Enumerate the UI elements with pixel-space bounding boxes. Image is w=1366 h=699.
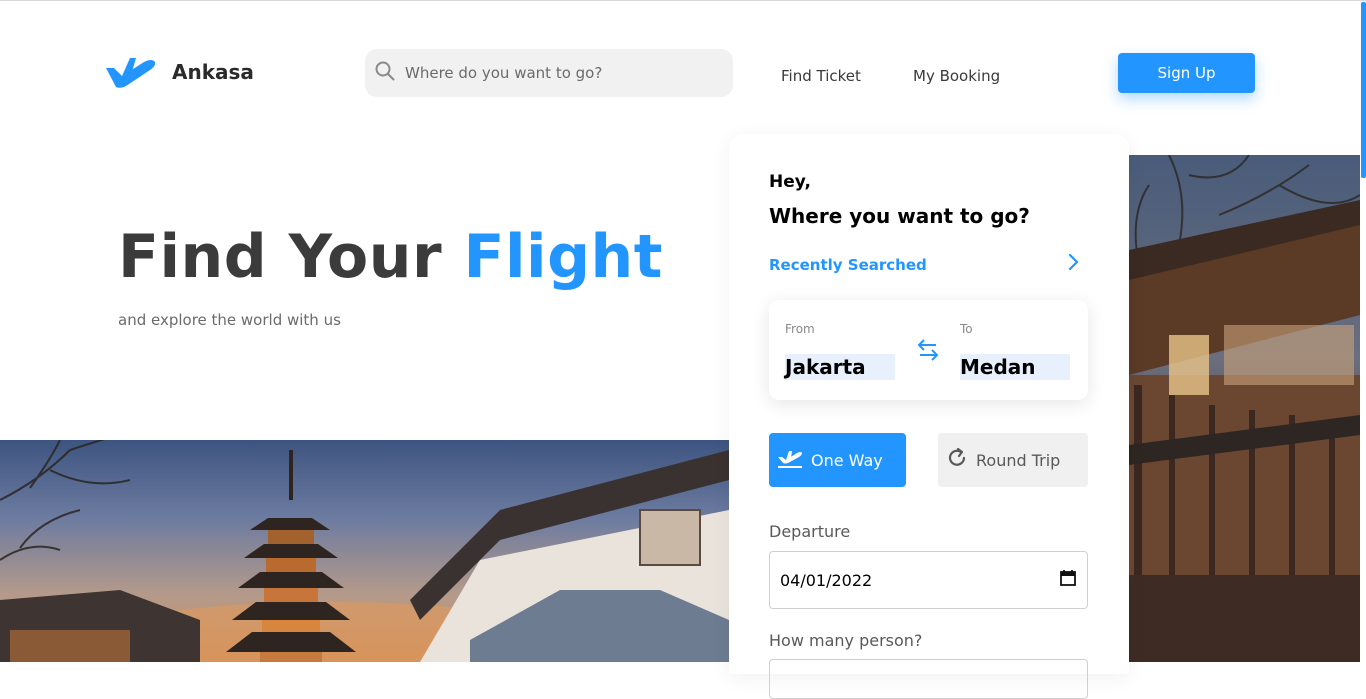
hero-subtitle: and explore the world with us xyxy=(118,311,341,329)
calendar-icon[interactable] xyxy=(1059,569,1077,591)
refresh-icon xyxy=(946,447,968,473)
persons-input[interactable] xyxy=(769,659,1088,699)
route-selector: From Jakarta To Medan xyxy=(769,300,1088,400)
search-bar[interactable] xyxy=(365,49,733,97)
search-input[interactable] xyxy=(405,64,705,82)
hero-title-accent: Flight xyxy=(463,222,663,292)
departure-date-input[interactable]: 04/01/2022 xyxy=(769,551,1088,609)
departure-label: Departure xyxy=(769,522,851,541)
hero-title-main: Find Your xyxy=(118,222,464,292)
from-label: From xyxy=(785,322,815,336)
nav-my-booking[interactable]: My Booking xyxy=(913,67,1000,85)
top-border xyxy=(0,0,1366,1)
hero-photo-pagoda xyxy=(0,440,729,662)
one-way-button[interactable]: One Way xyxy=(769,433,906,487)
swap-arrows-icon[interactable] xyxy=(917,338,939,366)
round-trip-label: Round Trip xyxy=(976,450,1061,470)
plane-takeoff-icon xyxy=(777,447,803,473)
departure-date-value: 04/01/2022 xyxy=(780,570,873,590)
hero-title: Find Your Flight xyxy=(118,222,663,292)
persons-label: How many person? xyxy=(769,631,923,650)
to-label: To xyxy=(960,322,973,336)
search-icon xyxy=(375,61,395,85)
brand-logo[interactable]: Ankasa xyxy=(104,54,254,90)
booking-card: Hey, Where you want to go? Recently Sear… xyxy=(729,134,1129,699)
to-city[interactable]: Medan xyxy=(960,354,1070,380)
round-trip-button[interactable]: Round Trip xyxy=(938,433,1088,487)
hero-photo-street xyxy=(1129,155,1360,662)
booking-question: Where you want to go? xyxy=(769,204,1030,228)
chevron-right-icon[interactable] xyxy=(1067,252,1079,276)
plane-logo-icon xyxy=(104,54,156,90)
recently-searched-link[interactable]: Recently Searched xyxy=(769,256,927,274)
one-way-label: One Way xyxy=(811,450,883,470)
brand-name: Ankasa xyxy=(172,60,254,84)
scrollbar[interactable] xyxy=(1361,2,1366,178)
nav-find-ticket[interactable]: Find Ticket xyxy=(781,67,861,85)
from-city[interactable]: Jakarta xyxy=(785,354,895,380)
greeting: Hey, xyxy=(769,172,811,192)
signup-button[interactable]: Sign Up xyxy=(1118,53,1255,93)
